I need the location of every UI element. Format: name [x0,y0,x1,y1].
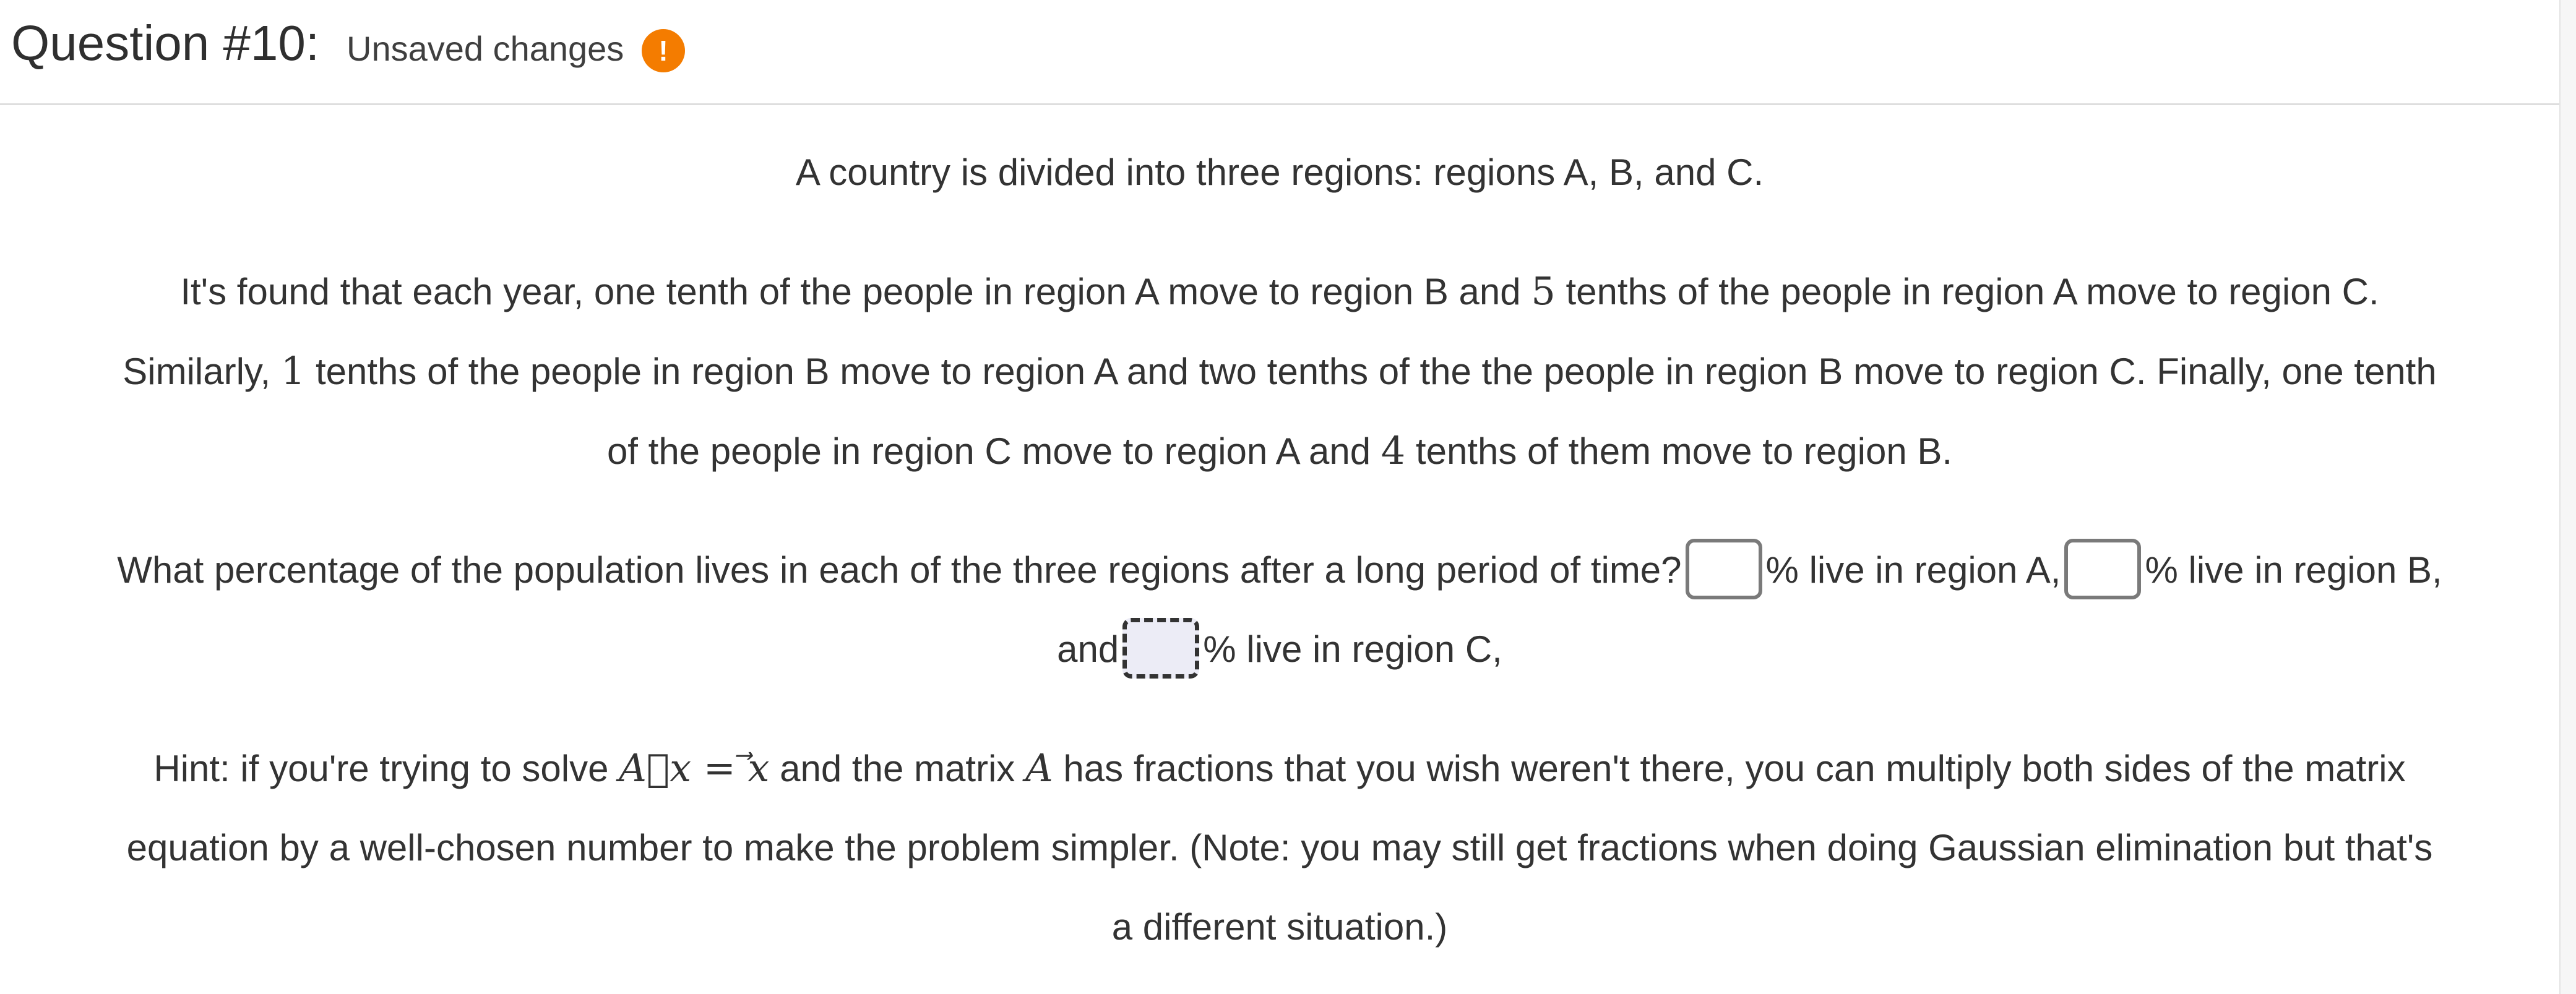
region-a-answer-input[interactable] [1685,539,1762,600]
question-title: Question #10: [11,15,320,71]
hint-paragraph: Hint: if you're trying to solve A⃗x = ⃗x… [0,729,2559,967]
hint-line-2: equation by a well-chosen number to make… [126,827,2433,868]
migration-line-1: It's found that each year, one tenth of … [180,268,2379,314]
question-body: A country is divided into three regions:… [0,105,2559,967]
equation-lhs: A⃗x [619,745,692,790]
question-line-1: What percentage of the population lives … [0,531,2559,610]
question-page: Question #10: Unsaved changes ! A countr… [0,0,2559,994]
matrix-symbol: A [1025,745,1053,790]
hint-line-3: a different situation.) [1111,906,1448,948]
math-number: 1 [280,348,306,393]
warning-icon: ! [642,29,685,72]
unsaved-status: Unsaved changes [347,29,624,68]
equation-rhs: ⃗x [747,745,770,790]
math-number: 4 [1381,428,1406,473]
migration-line-2: Similarly, 1 tenths of the people in reg… [123,348,2437,393]
intro-text: A country is divided into three regions:… [795,152,1764,193]
question-header: Question #10: Unsaved changes ! [0,0,2559,105]
question-paragraph: What percentage of the population lives … [0,531,2559,689]
math-number: 5 [1531,268,1556,314]
equation-operator: = [691,745,748,790]
region-c-answer-input[interactable] [1122,618,1200,679]
question-prompt: What percentage of the population lives … [117,549,1682,591]
scrollbar-track[interactable] [2559,0,2576,994]
question-line-2: and% live in region C, [0,610,2559,689]
migration-line-3: of the people in region C move to region… [606,428,1953,473]
migration-paragraph: It's found that each year, one tenth of … [0,252,2559,491]
region-b-answer-input[interactable] [2064,539,2142,600]
hint-line-1: Hint: if you're trying to solve A⃗x = ⃗x… [153,745,2406,790]
